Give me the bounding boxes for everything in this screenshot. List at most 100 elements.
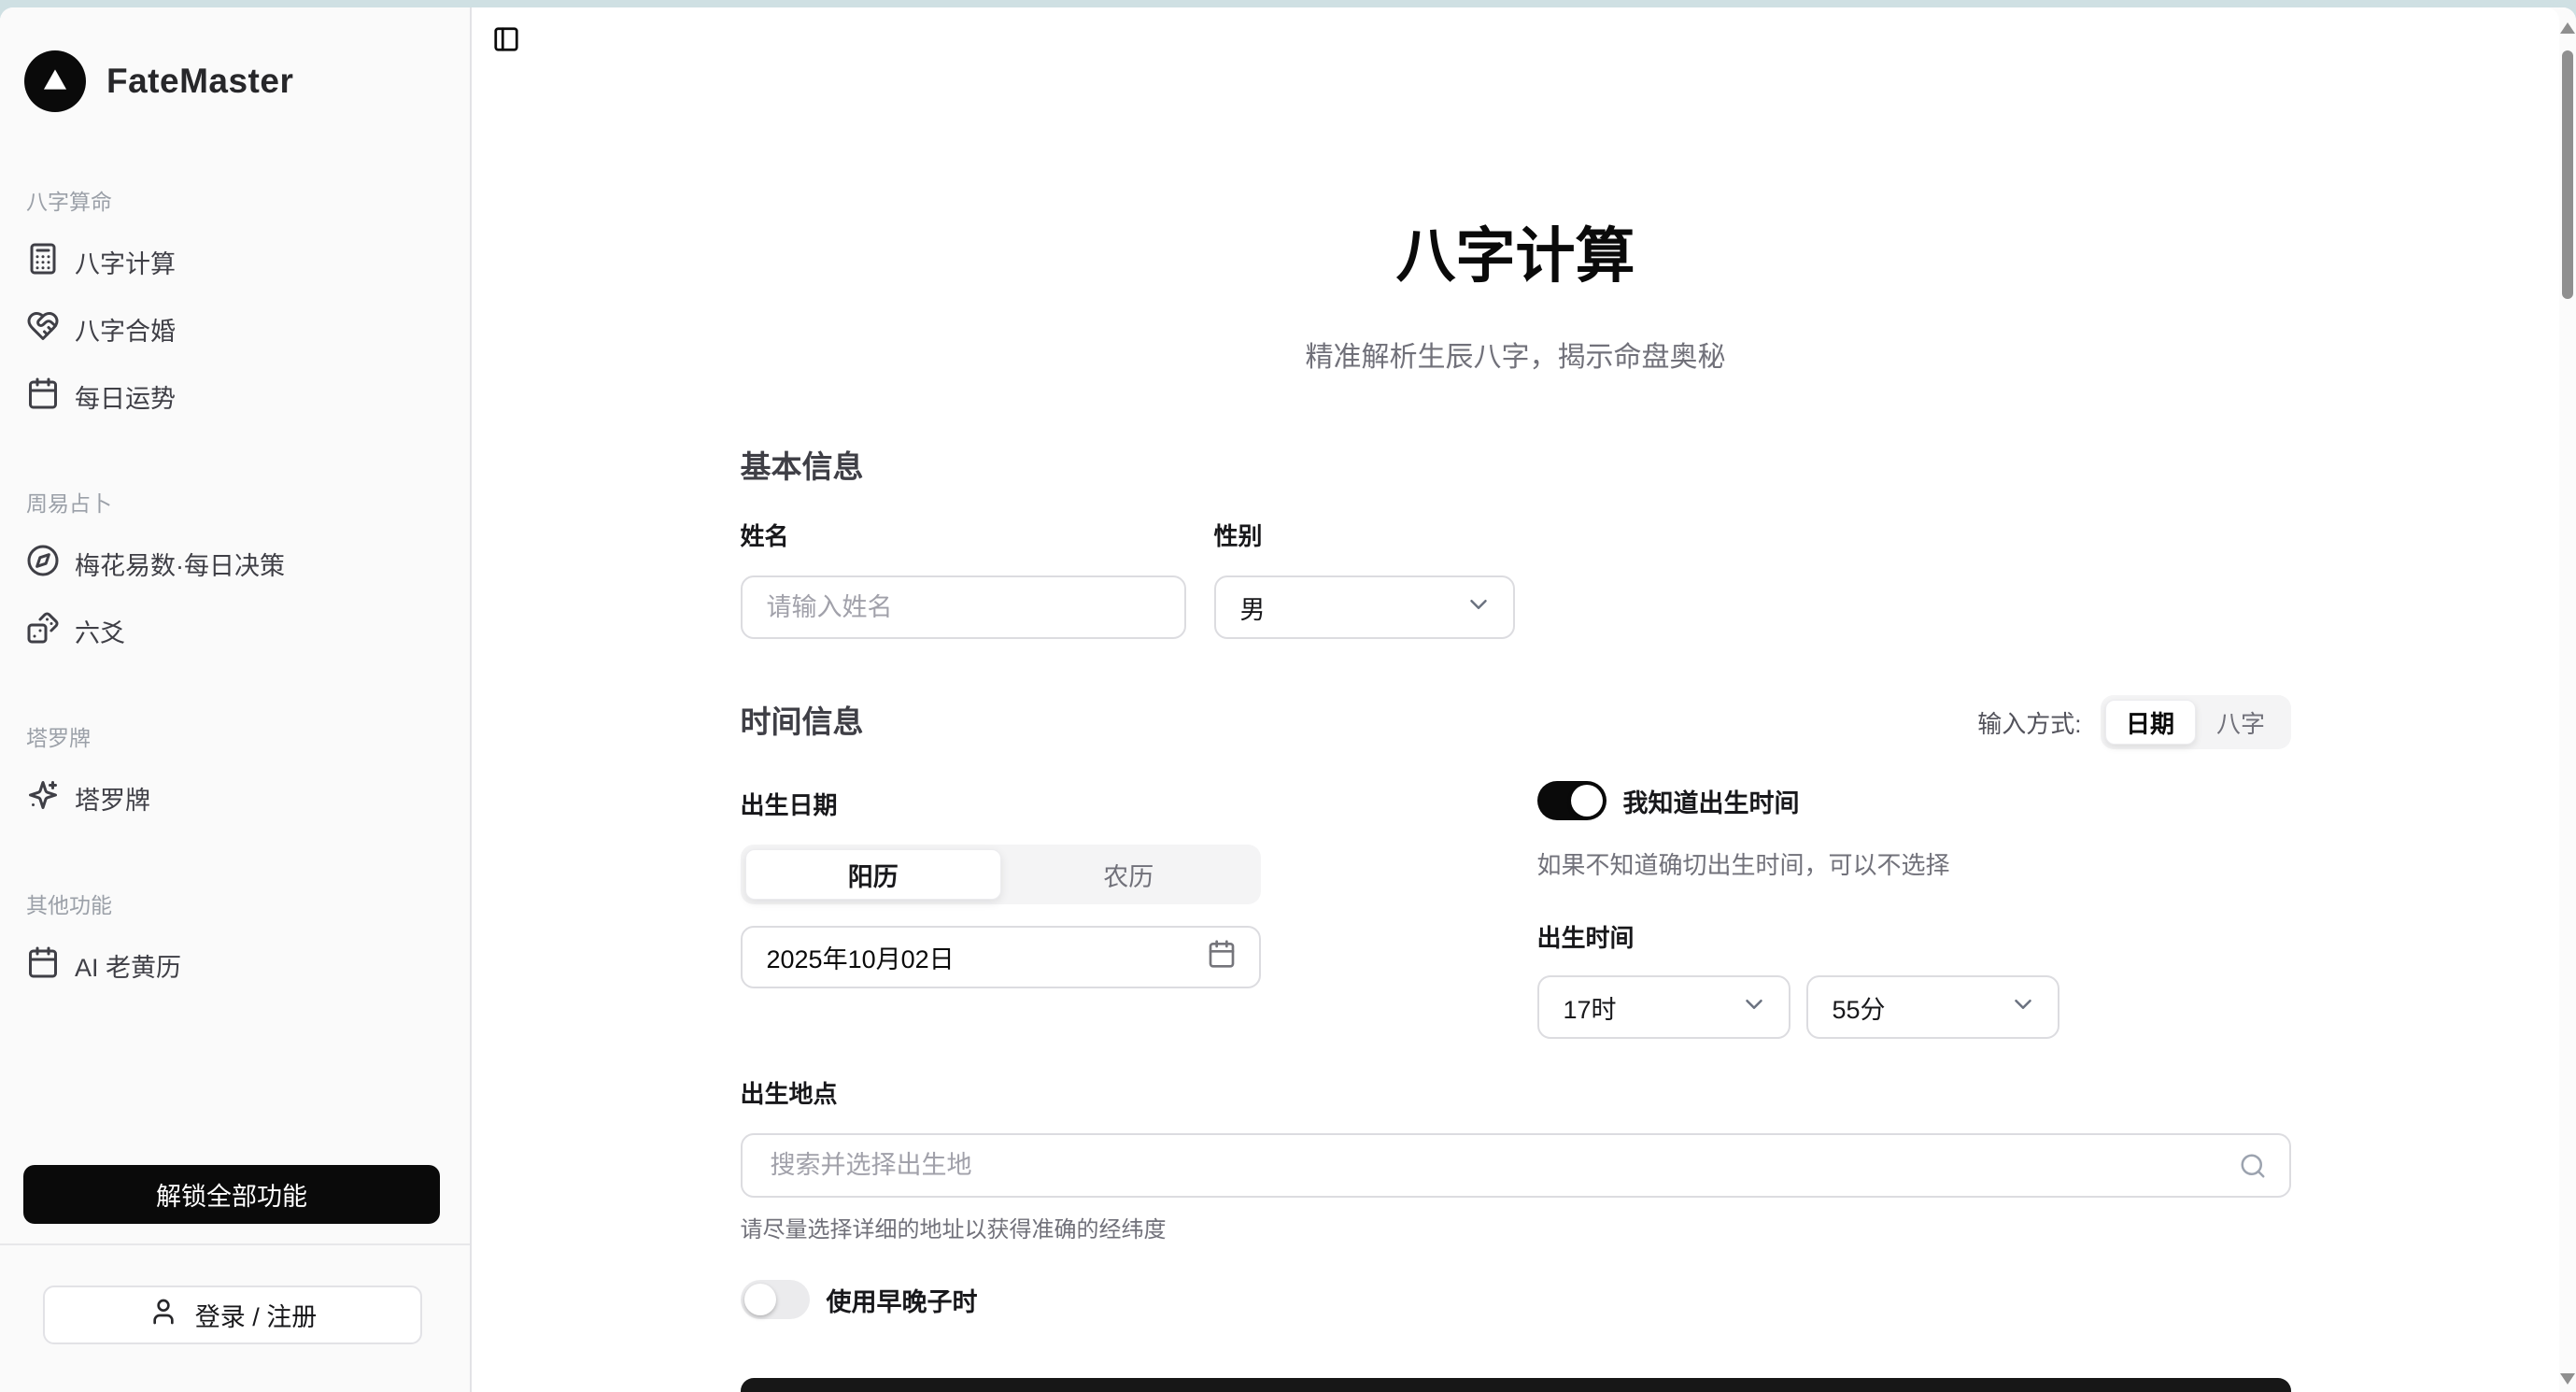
basic-info-row: 姓名 性别 男	[741, 519, 2291, 639]
page-subtitle: 精准解析生辰八字，揭示命盘奥秘	[741, 338, 2291, 377]
sidebar: FateMaster 八字算命 八字计算 八字合婚	[0, 7, 472, 1392]
sidebar-item-bazi-marriage[interactable]: 八字合婚	[24, 295, 446, 362]
know-time-toggle[interactable]	[1537, 781, 1606, 820]
login-register-button[interactable]: 登录 / 注册	[43, 1285, 422, 1344]
toggle-knob	[1571, 785, 1603, 817]
zishi-toggle[interactable]	[741, 1280, 810, 1319]
user-icon	[149, 1297, 178, 1333]
bazi-form: 八字计算 精准解析生辰八字，揭示命盘奥秘 基本信息 姓名 性别 男	[741, 222, 2291, 1392]
gender-select[interactable]: 男	[1214, 575, 1515, 639]
sidebar-item-label: 塔罗牌	[75, 780, 150, 817]
tab-lunar-calendar[interactable]: 农历	[1001, 849, 1256, 900]
dices-icon	[26, 611, 60, 651]
compass-icon	[26, 544, 60, 584]
scroll-up-arrow-icon[interactable]	[2560, 22, 2575, 34]
name-field-group: 姓名	[741, 519, 1186, 639]
time-info-heading: 时间信息	[741, 702, 864, 743]
sidebar-item-tarot[interactable]: 塔罗牌	[24, 764, 446, 831]
search-icon	[2239, 1152, 2267, 1180]
sparkles-icon	[26, 778, 60, 818]
submit-button[interactable]	[741, 1378, 2291, 1392]
hour-select[interactable]: 17时	[1537, 975, 1790, 1039]
brand-name: FateMaster	[106, 62, 293, 101]
sidebar-item-liuyao[interactable]: 六爻	[24, 597, 446, 664]
page-title: 八字计算	[741, 222, 2291, 290]
time-info-header-row: 时间信息 输入方式: 日期 八字	[741, 695, 2291, 749]
toggle-knob	[744, 1284, 776, 1315]
triangle-icon	[39, 64, 71, 100]
tab-solar-calendar[interactable]: 阳历	[745, 849, 1002, 900]
sidebar-item-label: 梅花易数·每日决策	[75, 546, 285, 582]
calendar-icon	[1207, 939, 1237, 975]
birth-time-label: 出生时间	[1537, 921, 2291, 955]
birth-place-search	[741, 1133, 2291, 1198]
input-mode-option-date[interactable]: 日期	[2105, 700, 2196, 745]
calendar-type-tabs: 阳历 农历	[741, 845, 1261, 904]
brand-logo	[24, 50, 86, 112]
birth-date-label: 出生日期	[741, 788, 1261, 822]
heart-handshake-icon	[26, 309, 60, 349]
gender-value: 男	[1240, 589, 1266, 626]
input-mode-group: 输入方式: 日期 八字	[1977, 695, 2290, 749]
know-time-hint: 如果不知道确切出生时间，可以不选择	[1537, 848, 2291, 882]
gender-field-group: 性别 男	[1214, 519, 1515, 639]
sidebar-item-label: 八字合婚	[75, 311, 176, 348]
gender-label: 性别	[1214, 519, 1515, 553]
vertical-scrollbar[interactable]	[2559, 7, 2576, 1392]
basic-info-heading: 基本信息	[741, 447, 2291, 488]
nav-section-label: 其他功能	[24, 883, 446, 924]
birth-date-picker-button[interactable]: 2025年10月02日	[741, 926, 1261, 988]
sidebar-item-daily-fortune[interactable]: 每日运势	[24, 362, 446, 430]
sidebar-toggle-button[interactable]	[487, 21, 526, 60]
chevron-down-icon	[1740, 990, 1768, 1025]
nav-section-zhouyi: 周易占卜 梅花易数·每日决策 六爻	[24, 481, 446, 664]
birth-place-label: 出生地点	[741, 1077, 2291, 1111]
scroll-down-arrow-icon[interactable]	[2560, 1373, 2575, 1385]
calculator-icon	[26, 242, 60, 282]
birth-date-value: 2025年10月02日	[767, 939, 955, 975]
nav-section-label: 周易占卜	[24, 481, 446, 522]
calendar-icon	[26, 376, 60, 417]
nav-section-label: 八字算命	[24, 179, 446, 220]
chevron-down-icon	[2009, 990, 2037, 1025]
input-mode-option-bazi[interactable]: 八字	[2196, 700, 2286, 745]
chevron-down-icon	[1465, 590, 1493, 625]
name-input[interactable]	[741, 575, 1186, 639]
zishi-toggle-row: 使用早晚子时	[741, 1280, 2291, 1319]
brand: FateMaster	[24, 7, 446, 112]
calendar-icon	[26, 945, 60, 986]
birth-time-selects: 17时 55分	[1537, 975, 2291, 1039]
sidebar-item-label: 六爻	[75, 613, 125, 649]
know-time-label: 我知道出生时间	[1623, 783, 1800, 819]
main-content: 八字计算 精准解析生辰八字，揭示命盘奥秘 基本信息 姓名 性别 男	[472, 7, 2559, 1392]
panel-left-icon	[492, 42, 520, 56]
sidebar-item-meihua[interactable]: 梅花易数·每日决策	[24, 530, 446, 597]
sidebar-item-label: 每日运势	[75, 378, 176, 415]
name-label: 姓名	[741, 519, 1186, 553]
sidebar-item-ai-almanac[interactable]: AI 老黄历	[24, 931, 446, 999]
scrollbar-thumb[interactable]	[2562, 50, 2573, 299]
birth-place-hint: 请尽量选择详细的地址以获得准确的经纬度	[741, 1214, 2291, 1246]
sidebar-item-label: AI 老黄历	[75, 947, 181, 984]
hour-value: 17时	[1564, 989, 1617, 1026]
app-window: FateMaster 八字算命 八字计算 八字合婚	[0, 7, 2576, 1392]
nav-section-other: 其他功能 AI 老黄历	[24, 883, 446, 999]
sidebar-divider	[0, 1243, 470, 1245]
birth-date-column: 出生日期 阳历 农历 2025年10月02日	[741, 788, 1261, 1039]
input-mode-segmented-control: 日期 八字	[2101, 695, 2291, 749]
sidebar-item-bazi-calc[interactable]: 八字计算	[24, 228, 446, 295]
birth-time-column: 我知道出生时间 如果不知道确切出生时间，可以不选择 出生时间 17时 55分	[1537, 781, 2291, 1039]
minute-value: 55分	[1833, 989, 1886, 1026]
nav-section-label: 塔罗牌	[24, 716, 446, 757]
time-columns: 出生日期 阳历 农历 2025年10月02日 我	[741, 788, 2291, 1039]
birth-place-search-input[interactable]	[741, 1133, 2291, 1198]
minute-select[interactable]: 55分	[1806, 975, 2059, 1039]
know-time-toggle-row: 我知道出生时间	[1537, 781, 2291, 820]
sidebar-nav: 八字算命 八字计算 八字合婚 每日运势	[24, 179, 446, 999]
login-register-label: 登录 / 注册	[195, 1297, 318, 1333]
nav-section-tarot: 塔罗牌 塔罗牌	[24, 716, 446, 831]
zishi-label: 使用早晚子时	[827, 1282, 978, 1318]
nav-section-bazi: 八字算命 八字计算 八字合婚 每日运势	[24, 179, 446, 430]
input-mode-label: 输入方式:	[1977, 705, 2081, 740]
unlock-all-features-button[interactable]: 解锁全部功能	[23, 1165, 440, 1224]
